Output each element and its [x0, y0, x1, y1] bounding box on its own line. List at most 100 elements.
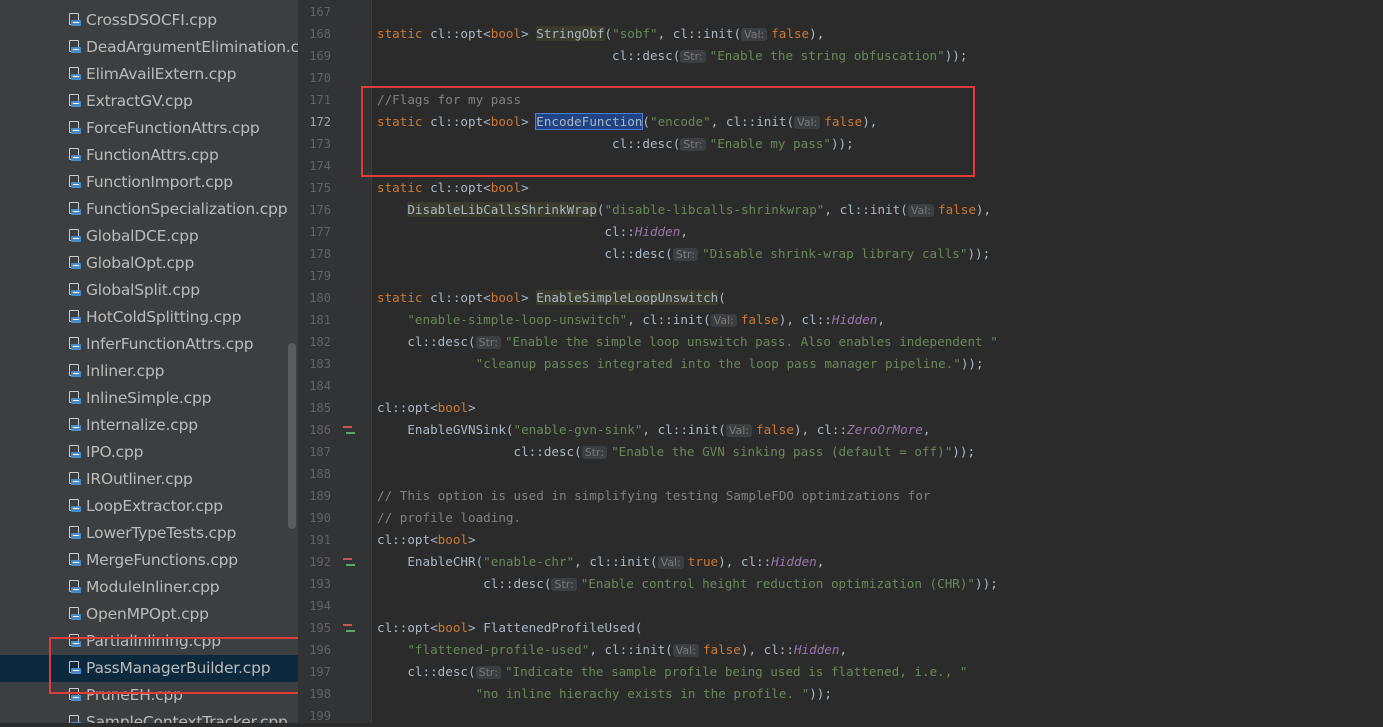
- code-line[interactable]: cl::opt<bool>: [377, 529, 476, 551]
- file-name: IPO.cpp: [86, 443, 144, 461]
- file-item[interactable]: FunctionAttrs.cpp: [0, 142, 298, 169]
- code-line[interactable]: "no inline hierachy exists in the profil…: [377, 683, 832, 705]
- code-token: cl::init(: [672, 26, 742, 41]
- line-number: 169: [309, 49, 331, 63]
- file-item[interactable]: ElimAvailExtern.cpp: [0, 61, 298, 88]
- code-line[interactable]: cl::desc(Str: "Indicate the sample profil…: [377, 661, 967, 683]
- code-token: false: [702, 642, 741, 657]
- parameter-hint: Str:: [680, 50, 706, 63]
- file-item[interactable]: OpenMPOpt.cpp: [0, 601, 298, 628]
- cpp-file-icon: [68, 364, 81, 378]
- cpp-file-icon: [68, 607, 81, 621]
- code-line[interactable]: cl::desc(Str: "Enable the simple loop uns…: [377, 331, 998, 353]
- code-token: cl::init(: [642, 312, 711, 327]
- file-item[interactable]: SampleContextTracker.cpp: [0, 709, 298, 723]
- code-token: >: [468, 620, 484, 635]
- code-line[interactable]: EnableCHR("enable-chr", cl::init(Val: tru…: [377, 551, 824, 573]
- file-name: ModuleInliner.cpp: [86, 578, 220, 596]
- code-token: cl::desc(: [513, 444, 582, 459]
- file-name: ExtractGV.cpp: [86, 92, 193, 110]
- code-line[interactable]: cl::opt<bool> FlattenedProfileUsed(: [377, 617, 642, 639]
- file-item[interactable]: GlobalSplit.cpp: [0, 277, 298, 304]
- file-name: OpenMPOpt.cpp: [86, 605, 209, 623]
- code-token: EnableSimpleLoopUnswitch: [536, 290, 719, 305]
- code-line[interactable]: cl::desc(Str: "Enable the GVN sinking pas…: [377, 441, 975, 463]
- scrollbar[interactable]: [288, 343, 296, 529]
- file-item[interactable]: MergeFunctions.cpp: [0, 547, 298, 574]
- cpp-file-icon: [68, 580, 81, 594]
- code-line[interactable]: "cleanup passes integrated into the loop…: [377, 353, 984, 375]
- code-line[interactable]: static cl::opt<bool> StringObf("sobf", c…: [377, 23, 824, 45]
- code-token: cl::: [604, 224, 635, 239]
- code-token: cl::desc(: [483, 576, 552, 591]
- code-line[interactable]: "flattened-profile-used", cl::init(Val: f…: [377, 639, 847, 661]
- file-item[interactable]: InlineSimple.cpp: [0, 385, 298, 412]
- file-name: LoopExtractor.cpp: [86, 497, 223, 515]
- cpp-file-icon: [68, 40, 81, 54]
- code-token: (: [604, 26, 613, 41]
- cpp-file-icon: [68, 472, 81, 486]
- code-line[interactable]: static cl::opt<bool> EnableSimpleLoopUns…: [377, 287, 726, 309]
- file-item[interactable]: LoopExtractor.cpp: [0, 493, 298, 520]
- file-item[interactable]: HotColdSplitting.cpp: [0, 304, 298, 331]
- parameter-hint: Val:: [741, 28, 768, 41]
- file-item[interactable]: DeadArgumentElimination.cpp: [0, 34, 298, 61]
- line-number: 175: [309, 181, 331, 195]
- code-line[interactable]: cl::desc(Str: "Enable the string obfuscat…: [377, 45, 967, 67]
- file-name: DeadArgumentElimination.cpp: [86, 38, 298, 56]
- code-line[interactable]: cl::desc(Str: "Enable control height redu…: [377, 573, 998, 595]
- code-token: cl::opt<: [377, 620, 438, 635]
- cpp-file-icon: [68, 229, 81, 243]
- code-token: "Enable the simple loop unswitch pass. A…: [504, 334, 998, 349]
- code-line[interactable]: static cl::opt<bool>: [377, 177, 529, 199]
- code-token: ),: [975, 202, 992, 217]
- file-item[interactable]: FunctionImport.cpp: [0, 169, 298, 196]
- cpp-file-icon: [68, 283, 81, 297]
- code-line[interactable]: cl::desc(Str: "Disable shrink-wrap librar…: [377, 243, 990, 265]
- code-token: cl::desc(: [612, 48, 681, 63]
- code-token: false: [938, 202, 976, 217]
- line-number: 173: [309, 137, 331, 151]
- file-name: Inliner.cpp: [86, 362, 165, 380]
- code-line[interactable]: cl::Hidden,: [377, 221, 687, 243]
- code-token: "enable-chr": [483, 554, 575, 569]
- file-item[interactable]: IPO.cpp: [0, 439, 298, 466]
- file-item[interactable]: FunctionSpecialization.cpp: [0, 196, 298, 223]
- cpp-file-icon: [68, 94, 81, 108]
- file-item[interactable]: ForceFunctionAttrs.cpp: [0, 115, 298, 142]
- override-marker-icon[interactable]: [343, 622, 355, 634]
- code-line[interactable]: cl::opt<bool>: [377, 397, 476, 419]
- code-token: ,: [574, 554, 590, 569]
- code-token: cl::desc(: [407, 334, 476, 349]
- code-token: "no inline hierachy exists in the profil…: [475, 686, 810, 701]
- code-line[interactable]: EnableGVNSink("enable-gvn-sink", cl::ini…: [377, 419, 930, 441]
- line-number: 198: [309, 687, 331, 701]
- file-name: IROutliner.cpp: [86, 470, 193, 488]
- code-token: ));: [944, 48, 968, 63]
- file-item[interactable]: ExtractGV.cpp: [0, 88, 298, 115]
- code-line[interactable]: // profile loading.: [377, 507, 521, 529]
- code-token: cl::desc(: [407, 664, 476, 679]
- code-token: >: [468, 532, 476, 547]
- code-line[interactable]: // This option is used in simplifying te…: [377, 485, 931, 507]
- code-line[interactable]: "enable-simple-loop-unswitch", cl::init(…: [377, 309, 885, 331]
- file-item[interactable]: GlobalDCE.cpp: [0, 223, 298, 250]
- highlight-box: [361, 86, 975, 177]
- code-token: cl::: [816, 422, 848, 437]
- cpp-file-icon: [68, 418, 81, 432]
- file-item[interactable]: CrossDSOCFI.cpp: [0, 7, 298, 34]
- file-item[interactable]: InferFunctionAttrs.cpp: [0, 331, 298, 358]
- override-marker-icon[interactable]: [343, 556, 355, 568]
- line-number: 186: [309, 423, 331, 437]
- override-marker-icon[interactable]: [343, 424, 355, 436]
- code-line[interactable]: DisableLibCallsShrinkWrap("disable-libca…: [377, 199, 991, 221]
- file-item[interactable]: LowerTypeTests.cpp: [0, 520, 298, 547]
- code-token: bool: [490, 26, 522, 41]
- code-token: ,: [877, 312, 885, 327]
- cpp-file-icon: [68, 337, 81, 351]
- file-item[interactable]: IROutliner.cpp: [0, 466, 298, 493]
- file-item[interactable]: Internalize.cpp: [0, 412, 298, 439]
- file-item[interactable]: ModuleInliner.cpp: [0, 574, 298, 601]
- file-item[interactable]: Inliner.cpp: [0, 358, 298, 385]
- file-item[interactable]: GlobalOpt.cpp: [0, 250, 298, 277]
